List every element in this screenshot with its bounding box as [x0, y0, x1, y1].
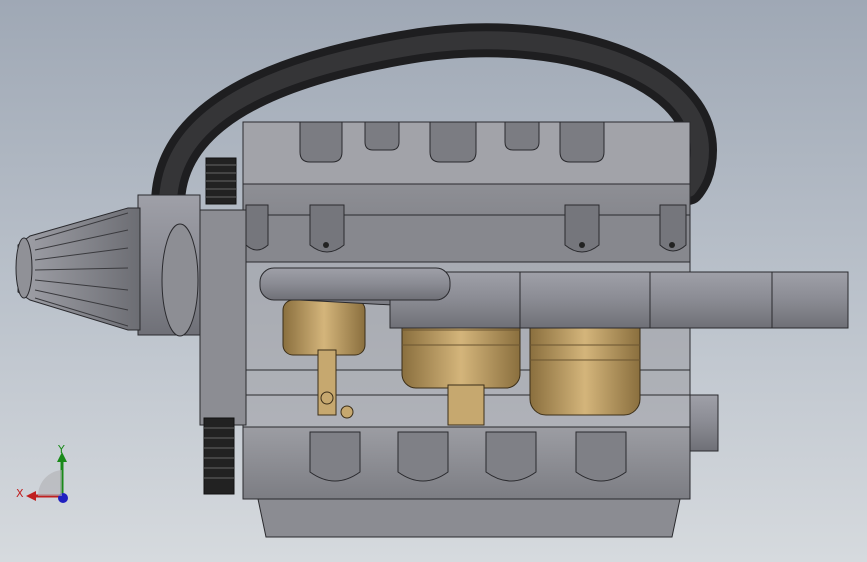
cylinder-head-icon	[242, 121, 691, 263]
triad-x-label: X	[16, 487, 24, 500]
engine-model[interactable]	[0, 0, 867, 562]
model-viewport[interactable]: X Y	[0, 0, 867, 562]
orientation-triad-icon	[26, 452, 68, 503]
oil-pan-icon	[242, 426, 691, 538]
air-filter-icon	[15, 194, 201, 337]
triad-y-label: Y	[58, 443, 65, 456]
pulley-gear-icon	[199, 157, 247, 495]
